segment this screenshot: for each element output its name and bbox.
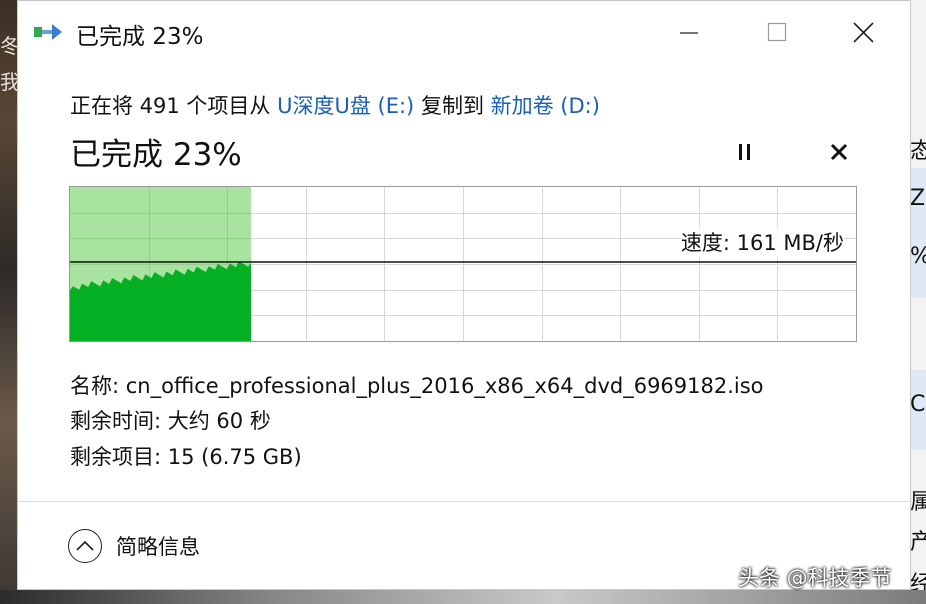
destination-drive-link[interactable]: 新加卷 (D:) <box>491 94 600 118</box>
minimize-icon <box>680 32 698 34</box>
pause-icon <box>739 144 750 160</box>
background-text: 我 <box>0 70 18 94</box>
time-remaining: 剩余时间: 大约 60 秒 <box>70 409 271 433</box>
progress-status: 已完成 23% <box>70 137 242 173</box>
close-window-button[interactable] <box>840 1 886 63</box>
title-bar[interactable]: 已完成 23% <box>18 1 910 63</box>
desktop-background-bottom <box>0 590 926 604</box>
background-text: % <box>910 244 926 269</box>
close-icon <box>830 143 848 161</box>
desktop-background-right: 态 Z % C 属 产 经 <box>910 0 926 604</box>
background-text: C <box>910 392 926 417</box>
items-remaining: 剩余项目: 15 (6.75 GB) <box>70 445 302 469</box>
fewer-details-toggle[interactable]: 简略信息 <box>68 526 200 566</box>
copy-prefix: 正在将 491 个项目从 <box>70 94 278 118</box>
background-text: Z <box>910 186 926 211</box>
file-name: 名称: cn_office_professional_plus_2016_x86… <box>70 374 764 398</box>
close-icon <box>853 22 874 43</box>
background-text: 属 <box>910 490 926 515</box>
background-text: 冬 <box>0 34 18 58</box>
copy-middle: 复制到 <box>414 94 491 118</box>
speed-graph-canvas <box>70 187 856 341</box>
speed-label: 速度: 161 MB/秒 <box>680 227 844 257</box>
speed-graph: 速度: 161 MB/秒 <box>69 186 857 342</box>
cancel-button[interactable] <box>824 137 854 167</box>
minimize-button[interactable] <box>666 1 712 63</box>
background-text: 态 <box>910 139 926 164</box>
copy-description: 正在将 491 个项目从 U深度U盘 (E:) 复制到 新加卷 (D:) <box>70 90 600 120</box>
fewer-details-label: 简略信息 <box>116 535 200 559</box>
chevron-up-icon[interactable] <box>68 529 102 563</box>
divider <box>18 501 910 502</box>
window-title: 已完成 23% <box>76 24 204 50</box>
maximize-button[interactable] <box>754 1 800 63</box>
desktop-background-left: 冬 我 <box>0 0 18 604</box>
copy-progress-dialog: 已完成 23% 正在将 491 个项目从 U深度U盘 (E:) 复制到 新加卷 … <box>17 0 911 590</box>
background-text: 产 <box>910 530 926 555</box>
pause-button[interactable] <box>730 137 760 167</box>
watermark: 头条 @科技季节 <box>738 566 892 590</box>
copy-arrow-icon <box>34 21 64 43</box>
maximize-icon <box>767 22 787 42</box>
source-drive-link[interactable]: U深度U盘 (E:) <box>277 94 414 118</box>
